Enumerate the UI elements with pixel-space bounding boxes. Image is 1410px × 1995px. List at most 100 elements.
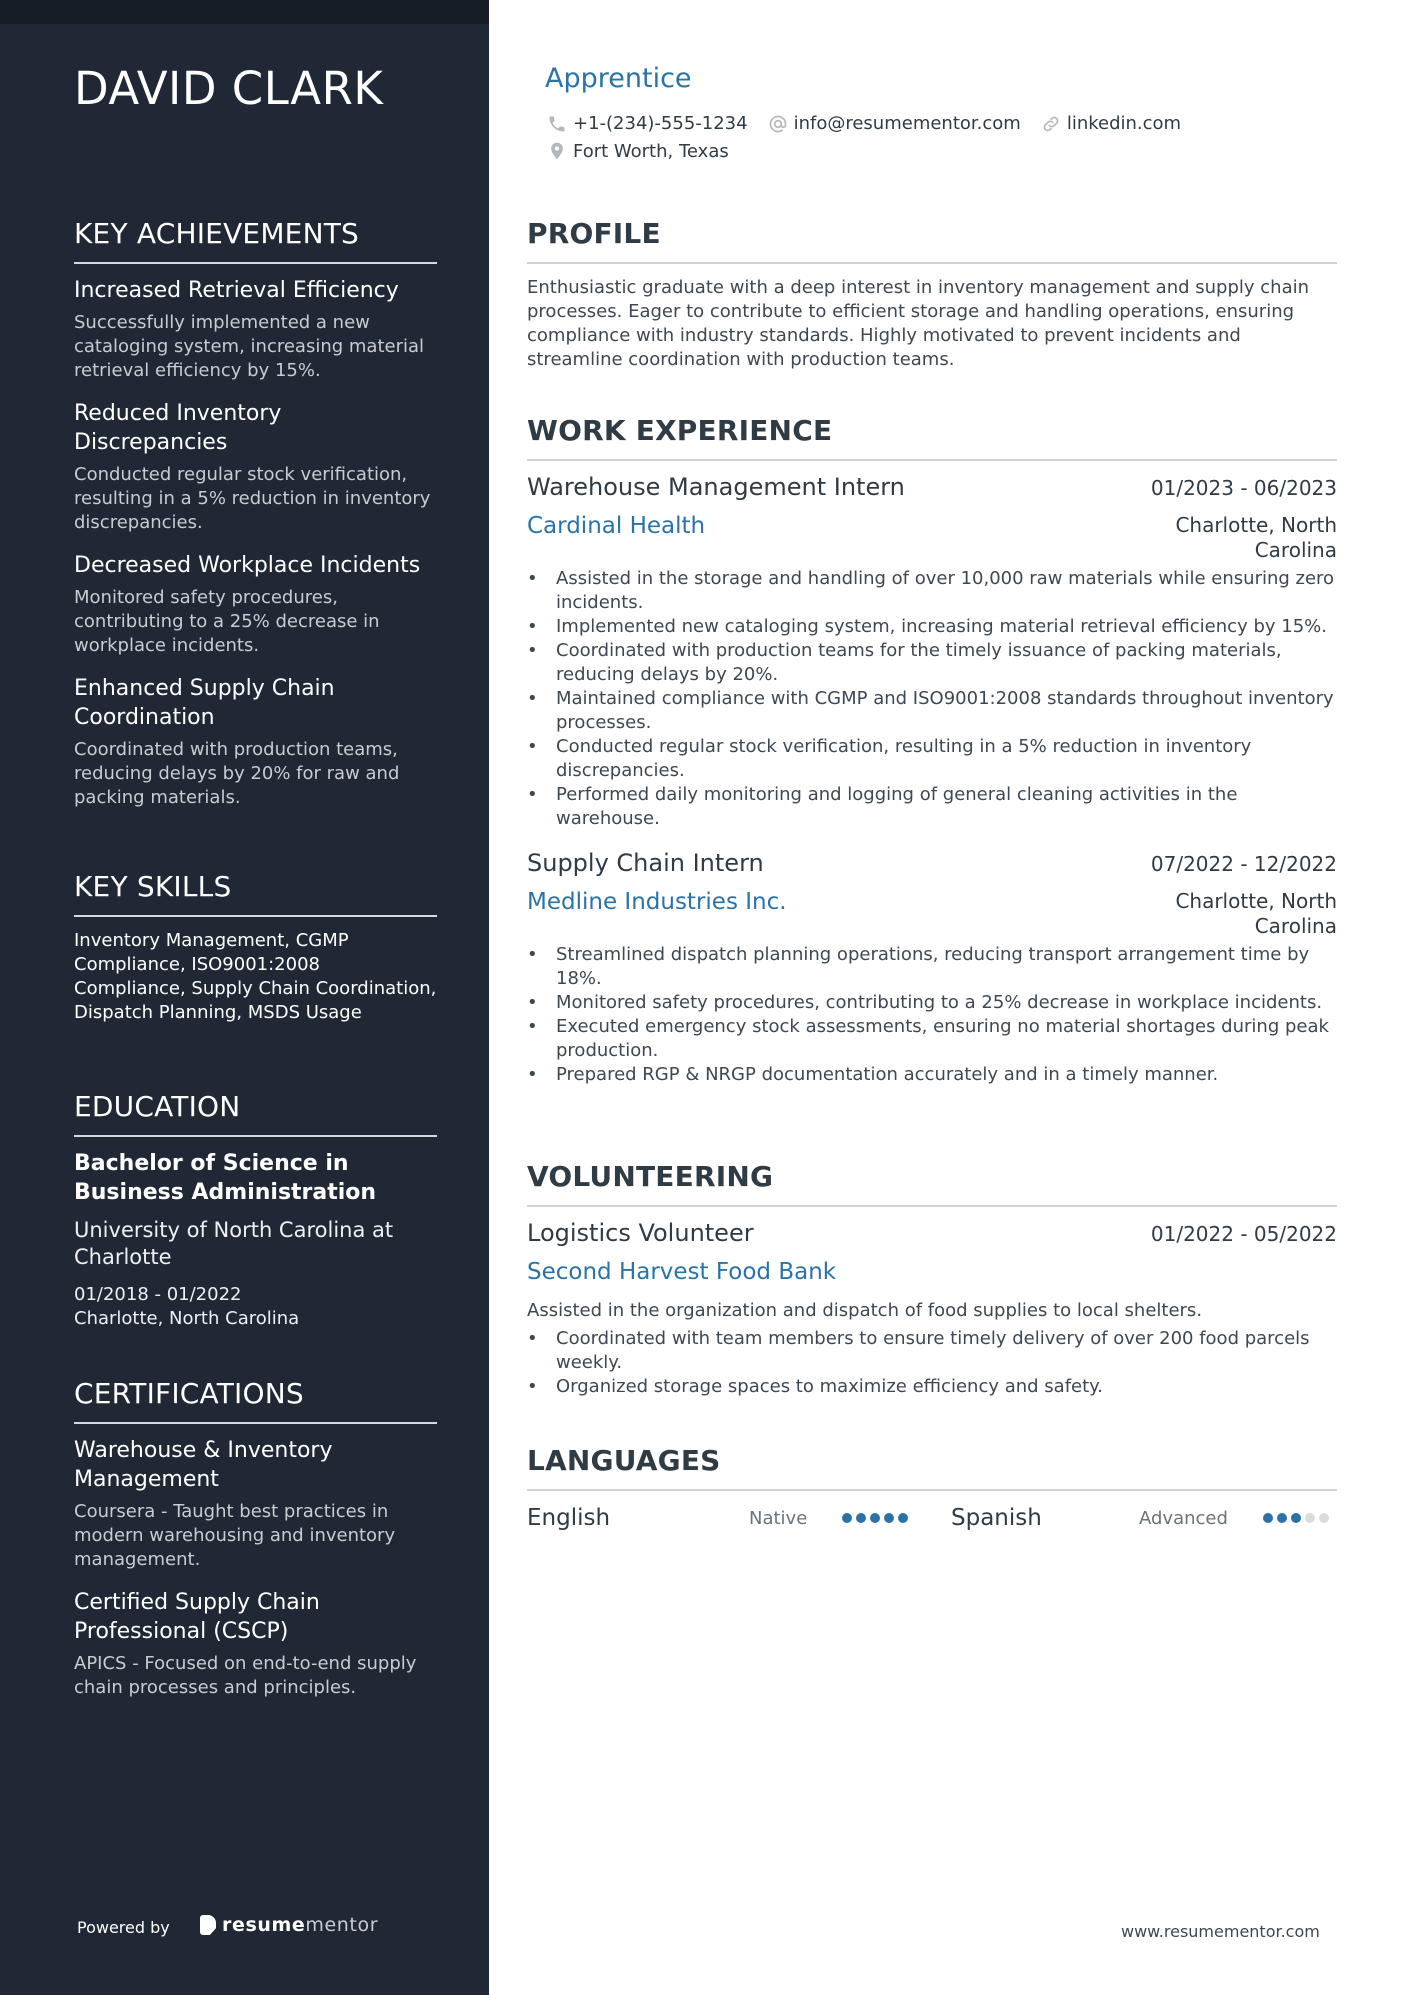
bullet-item: Streamlined dispatch planning operations… bbox=[527, 943, 1337, 991]
certification-desc: Coursera - Taught best practices in mode… bbox=[74, 1501, 396, 1570]
section-title: KEY SKILLS bbox=[74, 870, 437, 917]
certifications-section: CERTIFICATIONS Warehouse & Inventory Man… bbox=[74, 1377, 437, 1716]
section-title: WORK EXPERIENCE bbox=[527, 414, 1337, 461]
email-text: info@resumementor.com bbox=[793, 113, 1021, 134]
language-item: English Native bbox=[527, 1505, 951, 1531]
section-title: EDUCATION bbox=[74, 1090, 437, 1137]
contact-row: +1-(234)-555-1234 info@resumementor.com … bbox=[547, 113, 1201, 134]
achievement-title: Decreased Workplace Incidents bbox=[74, 553, 421, 578]
bullet-item: Assisted in the storage and handling of … bbox=[527, 567, 1337, 615]
edu-location: Charlotte, North Carolina bbox=[74, 1308, 300, 1329]
job-bullets: Streamlined dispatch planning operations… bbox=[527, 943, 1337, 1087]
phone-icon bbox=[549, 116, 565, 131]
link-icon bbox=[1043, 116, 1059, 131]
candidate-name: DAVID CLARK bbox=[74, 62, 384, 115]
skills-list: Inventory Management, CGMP Compliance, I… bbox=[74, 930, 437, 1023]
achievement-title: Reduced Inventory Discrepancies bbox=[74, 401, 282, 455]
link-text: linkedin.com bbox=[1066, 113, 1182, 134]
language-level: Native bbox=[749, 1507, 808, 1529]
brand-bold: resume bbox=[222, 1914, 306, 1936]
certification-item: Warehouse & Inventory Management Courser… bbox=[74, 1436, 437, 1572]
language-name: English bbox=[527, 1505, 611, 1531]
key-achievements-section: KEY ACHIEVEMENTS Increased Retrieval Eff… bbox=[74, 217, 437, 826]
bullet-item: Prepared RGP & NRGP documentation accura… bbox=[527, 1063, 1337, 1087]
volunteer-role: Logistics Volunteer bbox=[527, 1219, 754, 1247]
location-text: Fort Worth, Texas bbox=[573, 140, 729, 162]
edu-dates: 01/2018 - 01/2022 bbox=[74, 1284, 242, 1305]
education-section: EDUCATION Bachelor of Science in Busines… bbox=[74, 1090, 437, 1331]
resumementor-logo[interactable]: resumementor bbox=[200, 1914, 378, 1936]
achievement-item: Enhanced Supply Chain Coordination Coord… bbox=[74, 674, 437, 810]
volunteer-desc: Assisted in the organization and dispatc… bbox=[527, 1300, 1203, 1321]
rating-dot-empty bbox=[1305, 1513, 1315, 1523]
job-bullets: Assisted in the storage and handling of … bbox=[527, 567, 1337, 831]
rating-dot-filled bbox=[842, 1513, 852, 1523]
job-dates: 01/2023 - 06/2023 bbox=[1150, 476, 1337, 500]
contact-phone[interactable]: +1-(234)-555-1234 bbox=[547, 113, 748, 134]
bullet-item: Coordinated with production teams for th… bbox=[527, 639, 1337, 687]
volunteer-dates: 01/2022 - 05/2022 bbox=[1150, 1222, 1337, 1246]
rating-dot-filled bbox=[898, 1513, 908, 1523]
contact-email[interactable]: info@resumementor.com bbox=[768, 113, 1021, 134]
rating-dot-filled bbox=[884, 1513, 894, 1523]
section-title: VOLUNTEERING bbox=[527, 1160, 1337, 1207]
certification-desc: APICS - Focused on end-to-end supply cha… bbox=[74, 1653, 417, 1698]
volunteering-section: VOLUNTEERING Logistics Volunteer 01/2022… bbox=[527, 1160, 1337, 1399]
achievement-desc: Successfully implemented a new catalogin… bbox=[74, 312, 425, 381]
rating-dot-filled bbox=[1291, 1513, 1301, 1523]
contact-location: Fort Worth, Texas bbox=[547, 140, 729, 162]
achievement-desc: Conducted regular stock verification, re… bbox=[74, 464, 431, 533]
bullet-item: Performed daily monitoring and logging o… bbox=[527, 783, 1337, 831]
rating-dot-empty bbox=[1319, 1513, 1329, 1523]
bullet-item: Executed emergency stock assessments, en… bbox=[527, 1015, 1337, 1063]
achievement-item: Decreased Workplace Incidents Monitored … bbox=[74, 551, 437, 658]
phone-text: +1-(234)-555-1234 bbox=[573, 113, 748, 134]
language-name: Spanish bbox=[951, 1505, 1042, 1531]
resumementor-logo-icon bbox=[200, 1915, 216, 1935]
job-entry: Warehouse Management Intern 01/2023 - 06… bbox=[527, 473, 1337, 831]
sidebar-top-band bbox=[0, 0, 489, 24]
achievement-item: Increased Retrieval Efficiency Successfu… bbox=[74, 276, 437, 383]
job-role: Warehouse Management Intern bbox=[527, 473, 905, 501]
section-title: KEY ACHIEVEMENTS bbox=[74, 217, 437, 264]
at-icon bbox=[769, 115, 786, 132]
brand-light: mentor bbox=[305, 1914, 379, 1936]
achievement-title: Increased Retrieval Efficiency bbox=[74, 278, 399, 303]
language-item: Spanish Advanced bbox=[951, 1505, 1337, 1531]
job-entry: Supply Chain Intern 07/2022 - 12/2022 Me… bbox=[527, 849, 1337, 1087]
rating-dot-filled bbox=[856, 1513, 866, 1523]
section-title: PROFILE bbox=[527, 217, 1337, 264]
website-link[interactable]: www.resumementor.com bbox=[1121, 1922, 1320, 1941]
company-name: Medline Industries Inc. bbox=[527, 889, 787, 915]
work-experience-section: WORK EXPERIENCE Warehouse Management Int… bbox=[527, 414, 1337, 1087]
languages-section: LANGUAGES English Native Spanish Advance… bbox=[527, 1444, 1337, 1533]
job-location: Charlotte, North Carolina bbox=[1175, 889, 1337, 938]
achievement-desc: Coordinated with production teams, reduc… bbox=[74, 739, 400, 808]
powered-by-label: Powered by bbox=[77, 1918, 170, 1937]
bullet-item: Monitored safety procedures, contributin… bbox=[527, 991, 1337, 1015]
bullet-item: Conducted regular stock verification, re… bbox=[527, 735, 1337, 783]
certification-title: Certified Supply Chain Professional (CSC… bbox=[74, 1590, 320, 1644]
job-title: Apprentice bbox=[545, 63, 692, 94]
company-name: Cardinal Health bbox=[527, 513, 706, 539]
achievement-desc: Monitored safety procedures, contributin… bbox=[74, 587, 380, 656]
achievement-title: Enhanced Supply Chain Coordination bbox=[74, 676, 335, 730]
job-dates: 07/2022 - 12/2022 bbox=[1150, 852, 1337, 876]
rating-dot-filled bbox=[1263, 1513, 1273, 1523]
language-level: Advanced bbox=[1139, 1507, 1228, 1529]
bullet-item: Maintained compliance with CGMP and ISO9… bbox=[527, 687, 1337, 735]
section-title: LANGUAGES bbox=[527, 1444, 1337, 1491]
contact-row-location: Fort Worth, Texas bbox=[547, 140, 749, 162]
language-rating bbox=[842, 1513, 908, 1523]
volunteer-bullets: Coordinated with team members to ensure … bbox=[527, 1327, 1337, 1399]
rating-dot-filled bbox=[870, 1513, 880, 1523]
bullet-item: Organized storage spaces to maximize eff… bbox=[527, 1375, 1337, 1399]
certification-item: Certified Supply Chain Professional (CSC… bbox=[74, 1588, 437, 1700]
language-rating bbox=[1263, 1513, 1329, 1523]
contact-link[interactable]: linkedin.com bbox=[1041, 113, 1181, 134]
school: University of North Carolina at Charlott… bbox=[74, 1218, 394, 1269]
rating-dot-filled bbox=[1277, 1513, 1287, 1523]
profile-text: Enthusiastic graduate with a deep intere… bbox=[527, 277, 1310, 370]
key-skills-section: KEY SKILLS Inventory Management, CGMP Co… bbox=[74, 870, 437, 1025]
bullet-item: Coordinated with team members to ensure … bbox=[527, 1327, 1337, 1375]
